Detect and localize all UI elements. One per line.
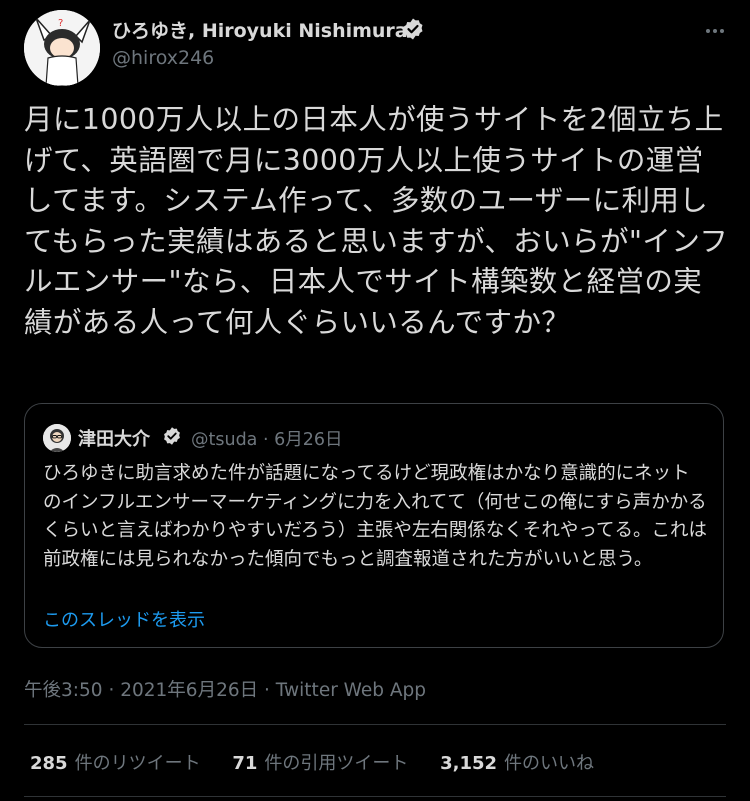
tweet-time[interactable]: 午後3:50: [24, 680, 103, 701]
quoted-tweet-text: ひろゆきに助言求めた件が話題になってるけど現政権はかなり意識的にネットのインフル…: [43, 463, 707, 570]
more-dot: [706, 29, 710, 33]
author-handle[interactable]: @hirox246: [112, 47, 214, 69]
tweet-stats: 285 件のリツイート 71 件の引用ツイート 3,152 件のいいね: [30, 749, 620, 775]
quoted-author-avatar[interactable]: [43, 424, 71, 452]
likes-count: 3,152: [440, 753, 498, 774]
verified-badge-icon: [403, 18, 423, 40]
quoted-author-handle: @tsuda: [191, 430, 258, 450]
author-name[interactable]: ひろゆき, Hiroyuki Nishimura: [112, 16, 408, 43]
divider: [24, 796, 726, 797]
quote-tweets-label: 件の引用ツイート: [264, 753, 409, 774]
tweet-timestamp: 午後3:50 · 2021年6月26日 · Twitter Web App: [24, 676, 426, 702]
tweet-detail: ? ひろゆき, Hiroyuki Nishimura @hirox246 月に1…: [0, 0, 750, 801]
tweet-source[interactable]: Twitter Web App: [276, 680, 426, 701]
more-icon[interactable]: [698, 14, 732, 48]
likes-stat[interactable]: 3,152 件のいいね: [440, 749, 594, 775]
author-avatar-image: ?: [24, 10, 100, 86]
meta-separator: ·: [262, 430, 269, 450]
more-dot: [713, 29, 717, 33]
show-thread-link[interactable]: このスレッドを表示: [43, 606, 205, 632]
quote-tweets-stat[interactable]: 71 件の引用ツイート: [232, 749, 408, 775]
author-avatar[interactable]: ?: [24, 10, 100, 86]
meta-separator: ·: [264, 680, 270, 701]
quote-tweets-count: 71: [232, 753, 258, 774]
quoted-tweet[interactable]: 津田大介 @tsuda · 6月26日 ひろゆきに助言求めた件が話題になってるけ…: [24, 403, 724, 648]
verified-badge-icon: [164, 427, 180, 445]
retweets-count: 285: [30, 753, 68, 774]
retweets-label: 件のリツイート: [74, 753, 201, 774]
svg-text:?: ?: [58, 18, 63, 29]
quoted-date: 6月26日: [274, 430, 343, 450]
likes-label: 件のいいね: [504, 753, 595, 774]
quoted-meta: @tsuda · 6月26日: [191, 426, 343, 451]
tweet-text: 月に1000万人以上の日本人が使うサイトを2個立ち上げて、英語圏で月に3000万…: [24, 103, 729, 339]
more-dot: [720, 29, 724, 33]
divider: [24, 724, 726, 725]
quoted-author-name: 津田大介: [78, 429, 150, 450]
meta-separator: ·: [108, 680, 115, 701]
quoted-author-avatar-image: [43, 424, 71, 452]
tweet-date[interactable]: 2021年6月26日: [120, 680, 258, 701]
retweets-stat[interactable]: 285 件のリツイート: [30, 749, 201, 775]
